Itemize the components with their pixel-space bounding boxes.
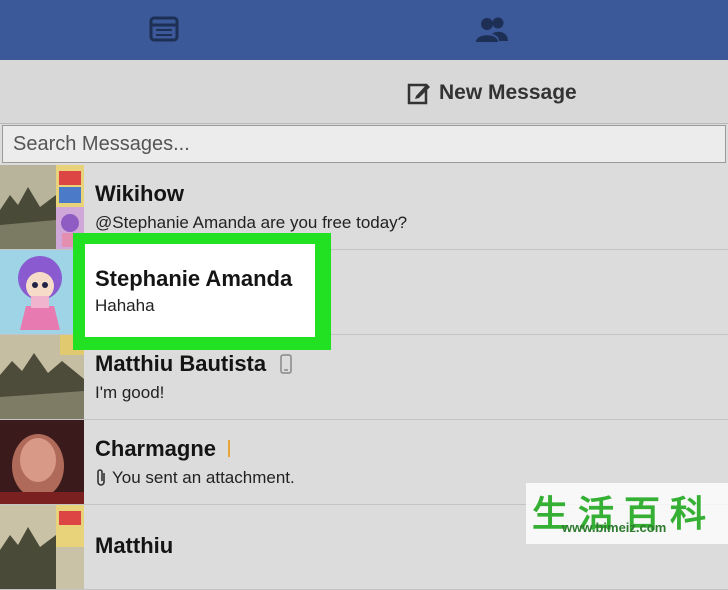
browser-window-icon[interactable] <box>148 14 180 46</box>
group-photo-avatar <box>0 165 84 249</box>
new-message-button[interactable]: New Message <box>407 80 577 106</box>
landscape-avatar <box>0 335 84 419</box>
status-indicator <box>228 440 230 457</box>
search-messages-input[interactable] <box>3 126 725 162</box>
messages-toolbar: New Message <box>0 60 728 124</box>
highlight-box: Stephanie Amanda Hahaha <box>73 233 331 350</box>
conversation-name: Stephanie Amanda <box>95 266 293 291</box>
mobile-icon <box>280 354 292 379</box>
conversation-snippet: I'm good! <box>95 383 165 402</box>
conversation-snippet: You sent an attachment. <box>112 468 295 487</box>
top-navigation-bar <box>0 0 728 60</box>
blurred-portrait-avatar <box>0 420 84 504</box>
compose-icon <box>407 83 430 105</box>
group-photo-avatar <box>0 505 84 589</box>
watermark: 生活百科 www.bimeiz.com <box>526 483 728 544</box>
doll-avatar <box>0 250 84 334</box>
conversation-name: Matthiu <box>95 533 174 558</box>
new-message-label: New Message <box>439 81 577 104</box>
highlight-inner: Stephanie Amanda Hahaha <box>85 244 315 337</box>
friends-icon[interactable] <box>474 14 508 46</box>
conversation-snippet: Hahaha <box>95 296 155 315</box>
conversation-name: Charmagne <box>95 436 217 461</box>
conversation-name: Matthiu Bautista <box>95 351 267 376</box>
conversation-name: Wikihow <box>95 181 185 206</box>
watermark-url: www.bimeiz.com <box>562 520 667 535</box>
search-box <box>2 125 726 163</box>
paperclip-icon <box>95 468 109 493</box>
conversation-snippet: @Stephanie Amanda are you free today? <box>95 213 408 232</box>
